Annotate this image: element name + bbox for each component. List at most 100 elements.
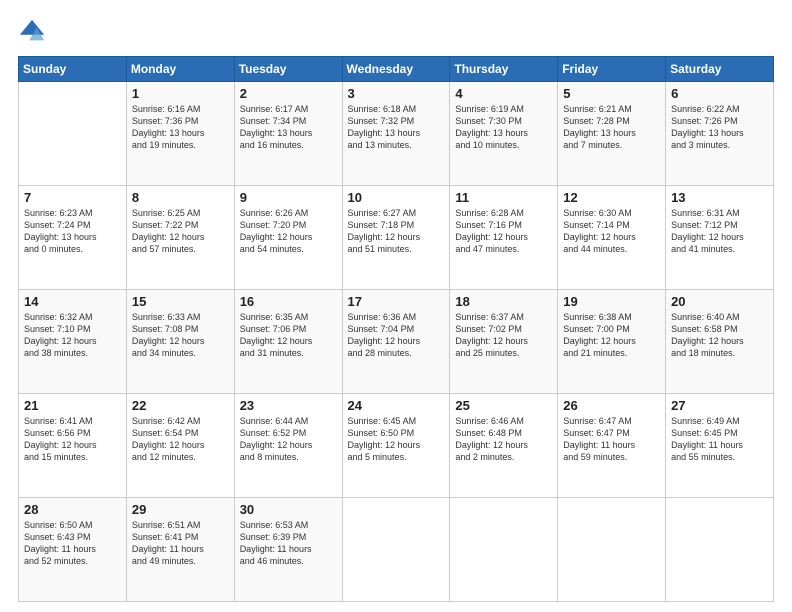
day-info: Sunrise: 6:31 AM Sunset: 7:12 PM Dayligh…	[671, 207, 768, 256]
day-info: Sunrise: 6:19 AM Sunset: 7:30 PM Dayligh…	[455, 103, 552, 152]
day-number: 12	[563, 190, 660, 205]
day-info: Sunrise: 6:51 AM Sunset: 6:41 PM Dayligh…	[132, 519, 229, 568]
week-row-5: 28 Sunrise: 6:50 AM Sunset: 6:43 PM Dayli…	[19, 498, 774, 602]
calendar-header: SundayMondayTuesdayWednesdayThursdayFrid…	[19, 57, 774, 82]
day-info: Sunrise: 6:21 AM Sunset: 7:28 PM Dayligh…	[563, 103, 660, 152]
day-number: 13	[671, 190, 768, 205]
day-number: 17	[348, 294, 445, 309]
day-number: 29	[132, 502, 229, 517]
week-row-4: 21 Sunrise: 6:41 AM Sunset: 6:56 PM Dayli…	[19, 394, 774, 498]
day-info: Sunrise: 6:23 AM Sunset: 7:24 PM Dayligh…	[24, 207, 121, 256]
day-info: Sunrise: 6:33 AM Sunset: 7:08 PM Dayligh…	[132, 311, 229, 360]
day-number: 11	[455, 190, 552, 205]
day-info: Sunrise: 6:50 AM Sunset: 6:43 PM Dayligh…	[24, 519, 121, 568]
calendar-cell	[666, 498, 774, 602]
calendar-cell: 13 Sunrise: 6:31 AM Sunset: 7:12 PM Dayli…	[666, 186, 774, 290]
day-info: Sunrise: 6:25 AM Sunset: 7:22 PM Dayligh…	[132, 207, 229, 256]
day-number: 22	[132, 398, 229, 413]
calendar-cell: 22 Sunrise: 6:42 AM Sunset: 6:54 PM Dayli…	[126, 394, 234, 498]
day-number: 10	[348, 190, 445, 205]
calendar-cell: 17 Sunrise: 6:36 AM Sunset: 7:04 PM Dayli…	[342, 290, 450, 394]
calendar-cell	[19, 82, 127, 186]
day-header-thursday: Thursday	[450, 57, 558, 82]
calendar-cell: 1 Sunrise: 6:16 AM Sunset: 7:36 PM Daylig…	[126, 82, 234, 186]
days-of-week-row: SundayMondayTuesdayWednesdayThursdayFrid…	[19, 57, 774, 82]
day-info: Sunrise: 6:47 AM Sunset: 6:47 PM Dayligh…	[563, 415, 660, 464]
calendar-cell	[342, 498, 450, 602]
logo	[18, 18, 50, 46]
day-info: Sunrise: 6:30 AM Sunset: 7:14 PM Dayligh…	[563, 207, 660, 256]
day-number: 19	[563, 294, 660, 309]
calendar-cell: 10Sunrise: 6:27 AM Sunset: 7:18 PM Dayli…	[342, 186, 450, 290]
day-number: 28	[24, 502, 121, 517]
day-info: Sunrise: 6:36 AM Sunset: 7:04 PM Dayligh…	[348, 311, 445, 360]
calendar-cell: 21 Sunrise: 6:41 AM Sunset: 6:56 PM Dayli…	[19, 394, 127, 498]
calendar-cell: 20Sunrise: 6:40 AM Sunset: 6:58 PM Dayli…	[666, 290, 774, 394]
calendar-cell: 6 Sunrise: 6:22 AM Sunset: 7:26 PM Daylig…	[666, 82, 774, 186]
day-number: 21	[24, 398, 121, 413]
day-number: 5	[563, 86, 660, 101]
day-number: 15	[132, 294, 229, 309]
calendar-body: 1 Sunrise: 6:16 AM Sunset: 7:36 PM Daylig…	[19, 82, 774, 602]
day-header-saturday: Saturday	[666, 57, 774, 82]
day-info: Sunrise: 6:46 AM Sunset: 6:48 PM Dayligh…	[455, 415, 552, 464]
header	[18, 18, 774, 46]
calendar-cell: 16 Sunrise: 6:35 AM Sunset: 7:06 PM Dayli…	[234, 290, 342, 394]
page: SundayMondayTuesdayWednesdayThursdayFrid…	[0, 0, 792, 612]
day-info: Sunrise: 6:26 AM Sunset: 7:20 PM Dayligh…	[240, 207, 337, 256]
calendar-cell: 29 Sunrise: 6:51 AM Sunset: 6:41 PM Dayli…	[126, 498, 234, 602]
day-info: Sunrise: 6:53 AM Sunset: 6:39 PM Dayligh…	[240, 519, 337, 568]
calendar-cell: 7 Sunrise: 6:23 AM Sunset: 7:24 PM Daylig…	[19, 186, 127, 290]
day-number: 26	[563, 398, 660, 413]
calendar-cell: 30 Sunrise: 6:53 AM Sunset: 6:39 PM Dayli…	[234, 498, 342, 602]
calendar-cell: 9Sunrise: 6:26 AM Sunset: 7:20 PM Daylig…	[234, 186, 342, 290]
calendar-cell: 23Sunrise: 6:44 AM Sunset: 6:52 PM Dayli…	[234, 394, 342, 498]
day-number: 23	[240, 398, 337, 413]
day-info: Sunrise: 6:37 AM Sunset: 7:02 PM Dayligh…	[455, 311, 552, 360]
day-header-tuesday: Tuesday	[234, 57, 342, 82]
calendar-cell: 18 Sunrise: 6:37 AM Sunset: 7:02 PM Dayli…	[450, 290, 558, 394]
calendar-cell: 19 Sunrise: 6:38 AM Sunset: 7:00 PM Dayli…	[558, 290, 666, 394]
day-number: 3	[348, 86, 445, 101]
calendar-cell: 3 Sunrise: 6:18 AM Sunset: 7:32 PM Daylig…	[342, 82, 450, 186]
day-info: Sunrise: 6:42 AM Sunset: 6:54 PM Dayligh…	[132, 415, 229, 464]
calendar-cell	[558, 498, 666, 602]
calendar-cell: 27Sunrise: 6:49 AM Sunset: 6:45 PM Dayli…	[666, 394, 774, 498]
day-info: Sunrise: 6:18 AM Sunset: 7:32 PM Dayligh…	[348, 103, 445, 152]
day-number: 8	[132, 190, 229, 205]
day-info: Sunrise: 6:38 AM Sunset: 7:00 PM Dayligh…	[563, 311, 660, 360]
day-number: 20	[671, 294, 768, 309]
day-number: 24	[348, 398, 445, 413]
day-number: 27	[671, 398, 768, 413]
day-header-sunday: Sunday	[19, 57, 127, 82]
calendar-cell: 26 Sunrise: 6:47 AM Sunset: 6:47 PM Dayli…	[558, 394, 666, 498]
day-number: 2	[240, 86, 337, 101]
day-number: 1	[132, 86, 229, 101]
calendar-cell: 12 Sunrise: 6:30 AM Sunset: 7:14 PM Dayli…	[558, 186, 666, 290]
calendar-cell: 25 Sunrise: 6:46 AM Sunset: 6:48 PM Dayli…	[450, 394, 558, 498]
day-number: 25	[455, 398, 552, 413]
day-info: Sunrise: 6:35 AM Sunset: 7:06 PM Dayligh…	[240, 311, 337, 360]
day-header-monday: Monday	[126, 57, 234, 82]
calendar-cell: 2 Sunrise: 6:17 AM Sunset: 7:34 PM Daylig…	[234, 82, 342, 186]
week-row-1: 1 Sunrise: 6:16 AM Sunset: 7:36 PM Daylig…	[19, 82, 774, 186]
day-info: Sunrise: 6:22 AM Sunset: 7:26 PM Dayligh…	[671, 103, 768, 152]
week-row-2: 7 Sunrise: 6:23 AM Sunset: 7:24 PM Daylig…	[19, 186, 774, 290]
logo-icon	[18, 18, 46, 46]
day-number: 6	[671, 86, 768, 101]
day-info: Sunrise: 6:45 AM Sunset: 6:50 PM Dayligh…	[348, 415, 445, 464]
day-number: 7	[24, 190, 121, 205]
calendar-cell: 14Sunrise: 6:32 AM Sunset: 7:10 PM Dayli…	[19, 290, 127, 394]
day-header-friday: Friday	[558, 57, 666, 82]
day-number: 30	[240, 502, 337, 517]
day-info: Sunrise: 6:41 AM Sunset: 6:56 PM Dayligh…	[24, 415, 121, 464]
calendar-cell: 28 Sunrise: 6:50 AM Sunset: 6:43 PM Dayli…	[19, 498, 127, 602]
calendar-cell: 15 Sunrise: 6:33 AM Sunset: 7:08 PM Dayli…	[126, 290, 234, 394]
day-number: 16	[240, 294, 337, 309]
day-info: Sunrise: 6:17 AM Sunset: 7:34 PM Dayligh…	[240, 103, 337, 152]
calendar-cell: 11Sunrise: 6:28 AM Sunset: 7:16 PM Dayli…	[450, 186, 558, 290]
day-number: 4	[455, 86, 552, 101]
day-number: 18	[455, 294, 552, 309]
day-info: Sunrise: 6:16 AM Sunset: 7:36 PM Dayligh…	[132, 103, 229, 152]
week-row-3: 14Sunrise: 6:32 AM Sunset: 7:10 PM Dayli…	[19, 290, 774, 394]
